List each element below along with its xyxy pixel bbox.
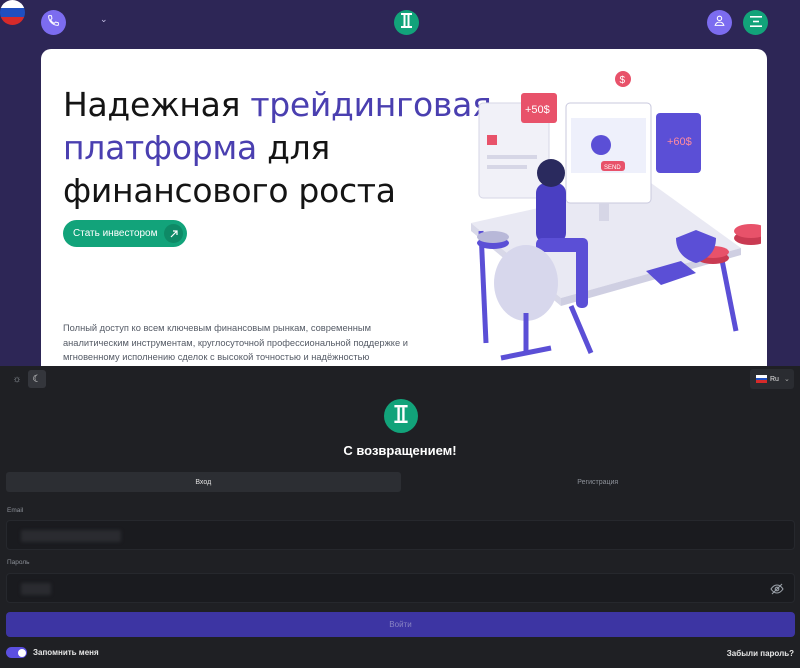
eye-off-icon[interactable]	[770, 582, 784, 600]
remember-me-toggle[interactable]	[6, 647, 27, 658]
brand-logo-icon	[400, 12, 413, 33]
menu-button[interactable]	[743, 10, 768, 35]
email-value-redacted	[21, 530, 121, 542]
email-field[interactable]	[6, 520, 795, 550]
moon-icon[interactable]: ☾	[28, 370, 46, 388]
become-investor-button[interactable]: Стать инвестором	[63, 220, 187, 247]
badge-left-text: +50$	[525, 104, 550, 116]
chevron-down-icon: ⌄	[783, 376, 790, 383]
arrow-up-right-icon	[164, 224, 183, 243]
sun-icon[interactable]: ☼	[8, 370, 26, 388]
phone-icon	[47, 14, 60, 32]
tab-login[interactable]: Вход	[6, 472, 401, 492]
email-label: Email	[7, 507, 24, 514]
forgot-password-link[interactable]: Забыли пароль?	[727, 649, 794, 658]
russia-flag-icon	[0, 0, 25, 9]
landing-section: ⌄ Надежная трейдинговая платформа для фи…	[0, 0, 800, 366]
language-flag-button[interactable]	[0, 0, 25, 25]
brand-logo-icon	[393, 404, 409, 428]
auth-tabs: Вход Регистрация	[6, 472, 795, 492]
menu-icon	[749, 14, 762, 32]
brand-logo-button[interactable]	[394, 10, 419, 35]
send-chip-text: SEND	[604, 165, 621, 171]
language-label: Ru	[770, 375, 779, 383]
user-profile-button[interactable]	[707, 10, 732, 35]
remember-me-label: Запомнить меня	[33, 648, 99, 657]
phone-button[interactable]	[41, 10, 66, 35]
welcome-title: С возвращением!	[343, 443, 457, 458]
user-icon	[713, 14, 726, 32]
hero-title-part1: Надежная	[63, 85, 251, 124]
coin-top-text: $	[620, 75, 626, 86]
login-logo	[384, 399, 418, 433]
remember-me[interactable]: Запомнить меня	[6, 647, 99, 658]
login-section: ☼ ☾ Ru ⌄ С возвращением! Вход Регистраци…	[0, 366, 800, 668]
password-label: Пароль	[7, 559, 30, 566]
become-investor-label: Стать инвестором	[73, 228, 158, 239]
hero-description: Полный доступ ко всем ключевым финансовы…	[63, 323, 408, 362]
trader-workspace-illustration: +50$ SEND $ +60$	[471, 71, 761, 361]
password-value-redacted	[21, 583, 51, 595]
language-select[interactable]: Ru ⌄	[750, 369, 794, 389]
tab-register[interactable]: Регистрация	[401, 472, 796, 492]
hero-card: Надежная трейдинговая платформа для фина…	[41, 49, 767, 366]
chevron-down-icon[interactable]: ⌄	[100, 14, 108, 25]
login-submit-button[interactable]: Войти	[6, 612, 795, 637]
badge-right-text: +60$	[667, 136, 692, 148]
russia-flag-icon	[756, 375, 767, 383]
theme-toggle[interactable]: ☼ ☾	[8, 370, 48, 388]
password-field[interactable]	[6, 573, 795, 603]
